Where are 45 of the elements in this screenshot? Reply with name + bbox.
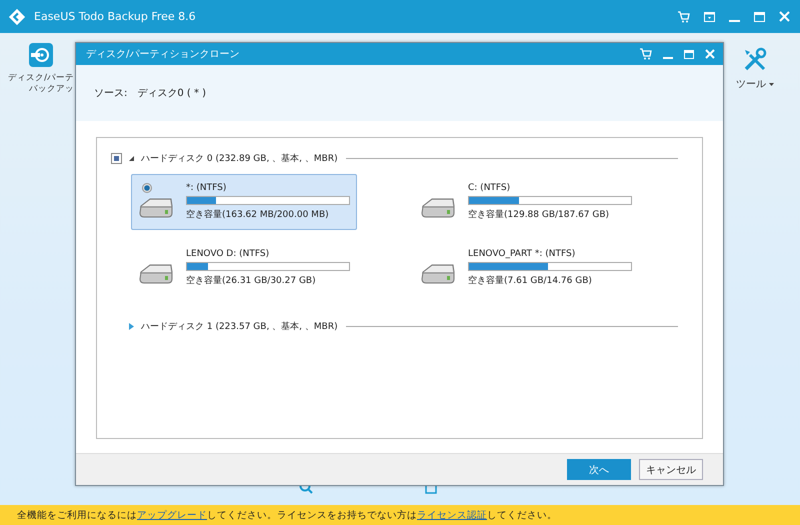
upgrade-notice: 全機能をご利用になるには アップグレード してください。ライセンスをお持ちでない方は ライセンス認証 してください。 <box>0 505 800 525</box>
partition-name: LENOVO_PART *: (NTFS) <box>468 249 576 259</box>
source-value: ディスク0 ( * ) <box>137 87 206 100</box>
free-space-text: 空き容量(163.62 MB/200.00 MB) <box>186 208 330 221</box>
collapse-icon[interactable] <box>128 154 135 162</box>
close-icon[interactable] <box>779 11 790 22</box>
free-space-text: 空き容量(7.61 GB/14.76 GB) <box>468 274 593 287</box>
partition-item[interactable]: LENOVO_PART *: (NTFS) 空き容量(7.61 GB/14.76 GB) <box>413 240 639 296</box>
cancel-button[interactable]: キャンセル <box>639 459 703 480</box>
partition-name: LENOVO D: (NTFS) <box>186 249 270 259</box>
partition-name: *: (NTFS) <box>186 183 228 193</box>
tool-label[interactable]: バックアッ <box>29 84 74 95</box>
tool-label[interactable]: ディスク/パーテ <box>8 73 74 84</box>
cart-icon[interactable] <box>639 48 652 60</box>
source-label: ソース: <box>94 87 128 100</box>
free-space-text: 空き容量(129.88 GB/187.67 GB) <box>468 208 610 221</box>
partition-item[interactable]: C: (NTFS) 空き容量(129.88 GB/187.67 GB) <box>413 174 639 230</box>
free-space-text: 空き容量(26.31 GB/30.27 GB) <box>186 274 317 287</box>
tools-menu[interactable]: ツール <box>736 77 766 91</box>
disk-backup-icon[interactable] <box>29 43 53 67</box>
caret-icon[interactable] <box>769 82 774 86</box>
maximize-icon[interactable] <box>684 50 694 58</box>
hard-drive-icon <box>138 197 174 219</box>
upgrade-link[interactable]: アップグレード <box>137 508 207 522</box>
disk-label: ハードディスク 0 (232.89 GB, 、基本, 、MBR) <box>141 152 338 164</box>
expand-icon[interactable] <box>128 322 135 330</box>
hard-drive-icon <box>420 197 456 219</box>
hard-drive-icon <box>138 263 174 285</box>
window-title: EaseUS Todo Backup Free 8.6 <box>34 10 196 23</box>
checkbox[interactable] <box>111 152 122 164</box>
license-link[interactable]: ライセンス認証 <box>417 508 487 522</box>
wrench-screwdriver-icon[interactable] <box>742 47 768 73</box>
partition-item[interactable]: *: (NTFS) 空き容量(163.62 MB/200.00 MB) <box>131 174 357 230</box>
partition-name: C: (NTFS) <box>468 183 512 193</box>
hard-drive-icon <box>420 263 456 285</box>
radio-icon <box>142 183 152 193</box>
maximize-icon[interactable] <box>754 12 765 22</box>
partition-item[interactable]: LENOVO D: (NTFS) 空き容量(26.31 GB/30.27 GB) <box>131 240 357 296</box>
cart-icon[interactable] <box>677 10 690 22</box>
dialog-title: ディスク/パーティションクローン <box>86 48 240 61</box>
next-button[interactable]: 次へ <box>567 459 631 480</box>
logo-icon <box>8 8 26 26</box>
close-icon[interactable] <box>705 49 715 59</box>
window-icon[interactable] <box>704 12 715 22</box>
disk-label: ハードディスク 1 (223.57 GB, 、基本, 、MBR) <box>141 320 338 332</box>
